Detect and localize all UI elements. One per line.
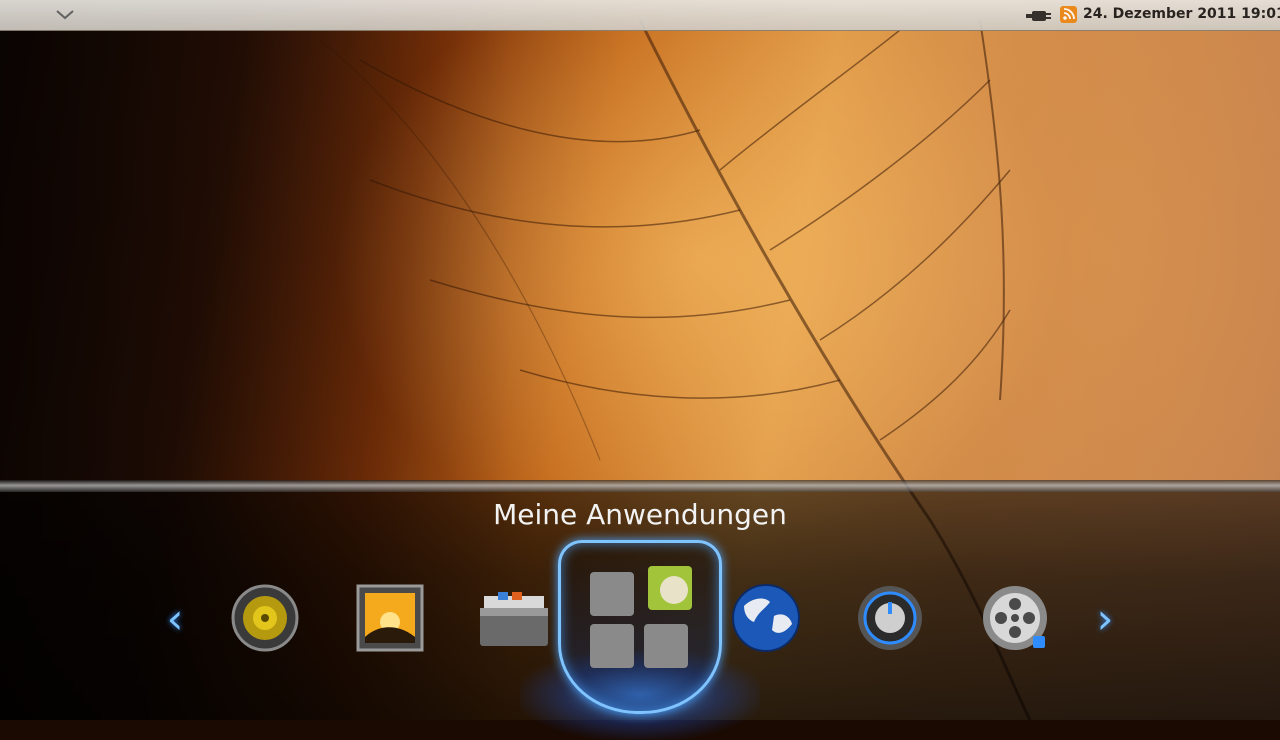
status-datetime: 24. Dezember 2011 19:01 [1083, 6, 1280, 22]
usb-plug-icon [1026, 8, 1052, 22]
dock-divider [0, 480, 1280, 492]
rss-icon [1060, 6, 1077, 23]
status-bar: 24. Dezember 2011 19:01 [0, 0, 1280, 31]
gallery-icon[interactable] [354, 582, 426, 654]
chevron-down-icon[interactable] [52, 4, 78, 24]
file-cabinet-icon[interactable] [478, 582, 550, 654]
app-grid-icon[interactable] [586, 566, 694, 672]
globe-icon[interactable] [730, 582, 802, 654]
film-reel-icon[interactable] [979, 582, 1051, 654]
chevron-right-icon[interactable]: › [1094, 598, 1116, 640]
chevron-left-icon[interactable]: ‹ [164, 598, 186, 640]
settings-dial-icon[interactable] [854, 582, 926, 654]
dock-title: Meine Anwendungen [493, 498, 787, 531]
speaker-icon[interactable] [229, 582, 301, 654]
